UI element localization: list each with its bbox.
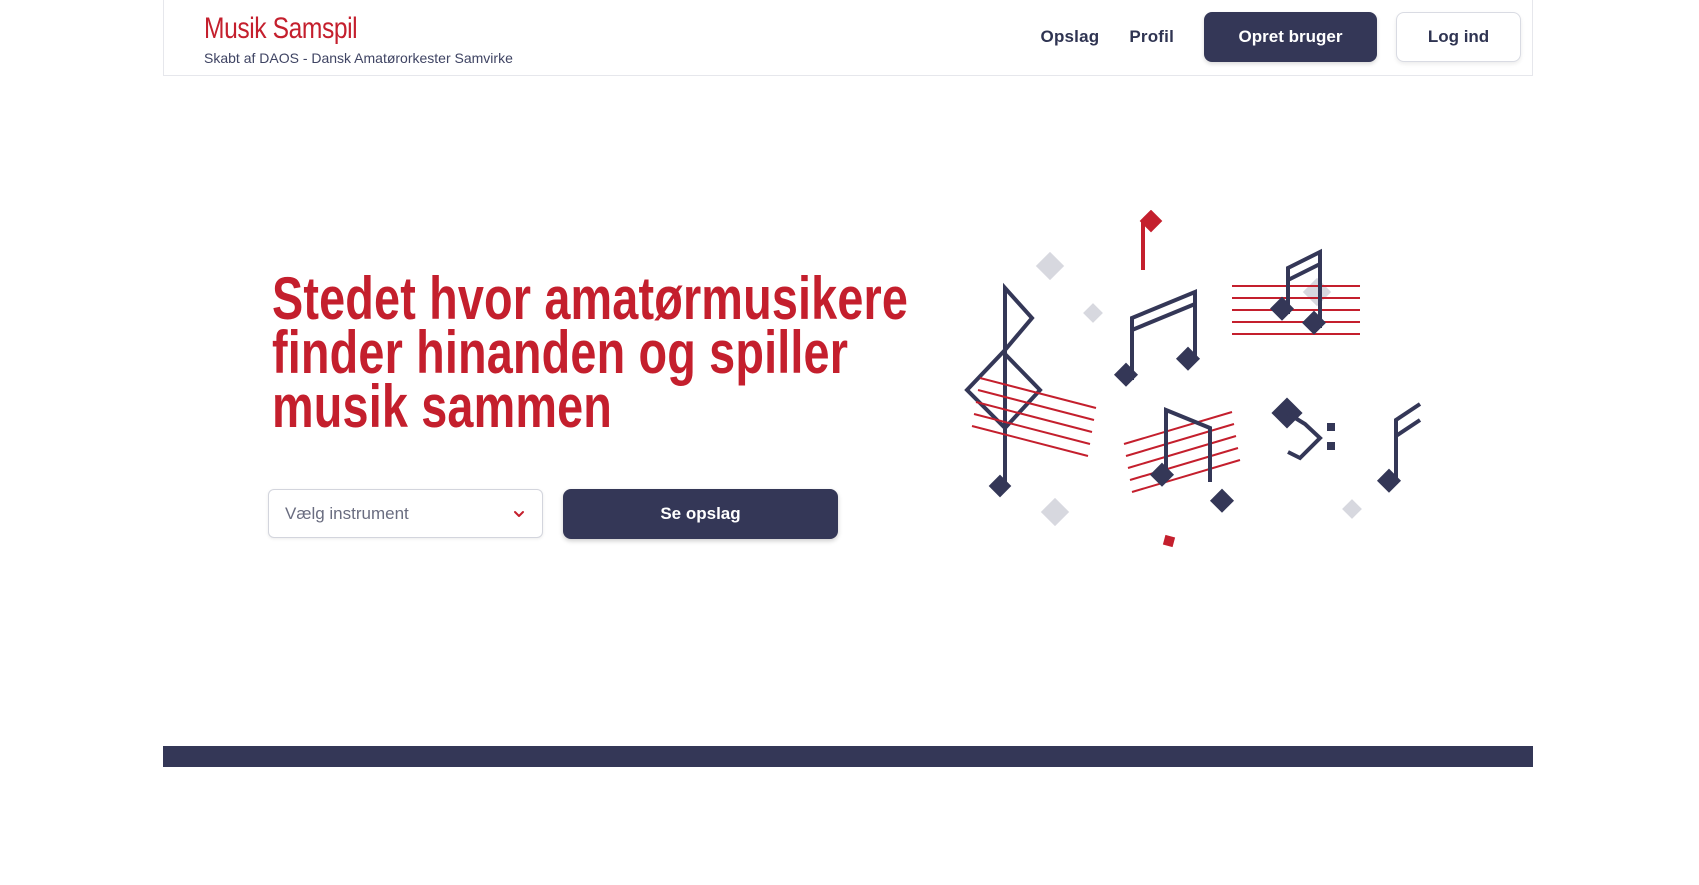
eighth-note-right xyxy=(1376,402,1422,493)
main-nav: Opslag Profil Opret bruger Log ind xyxy=(1041,12,1521,62)
nav-profil[interactable]: Profil xyxy=(1129,27,1174,47)
footer-bar xyxy=(163,746,1533,767)
search-button[interactable]: Se opslag xyxy=(563,489,838,539)
staff-lines-right xyxy=(1232,285,1360,335)
login-button[interactable]: Log ind xyxy=(1396,12,1521,62)
hero-headline: Stedet hvor amatørmusikere finder hinand… xyxy=(272,265,909,440)
decor-diamonds xyxy=(1035,251,1362,527)
headline-line-2: finder hinanden og spiller xyxy=(272,319,849,386)
treble-clef xyxy=(964,282,1043,490)
staff-lines-left xyxy=(971,377,1097,457)
staff-lines-bottom xyxy=(1123,411,1241,493)
headline-line-1: Stedet hvor amatørmusikere xyxy=(272,265,909,332)
instrument-select[interactable]: Vælg instrument xyxy=(268,489,543,538)
bass-clef xyxy=(1271,397,1335,461)
nav-opslag[interactable]: Opslag xyxy=(1041,27,1100,47)
brand[interactable]: Musik Samspil Skabt af DAOS - Dansk Amat… xyxy=(204,12,513,66)
site-title[interactable]: Musik Samspil xyxy=(204,12,457,46)
beamed-notes xyxy=(1113,289,1201,387)
headline-line-3: musik sammen xyxy=(272,373,613,440)
chevron-down-icon xyxy=(514,510,524,517)
instrument-select-placeholder: Vælg instrument xyxy=(285,503,409,523)
red-flag-note xyxy=(1139,210,1163,270)
flag-note-bottom xyxy=(1149,407,1235,548)
music-notes-illustration xyxy=(964,210,1422,548)
site-subtitle: Skabt af DAOS - Dansk Amatørorkester Sam… xyxy=(204,50,513,66)
signup-button[interactable]: Opret bruger xyxy=(1204,12,1377,62)
